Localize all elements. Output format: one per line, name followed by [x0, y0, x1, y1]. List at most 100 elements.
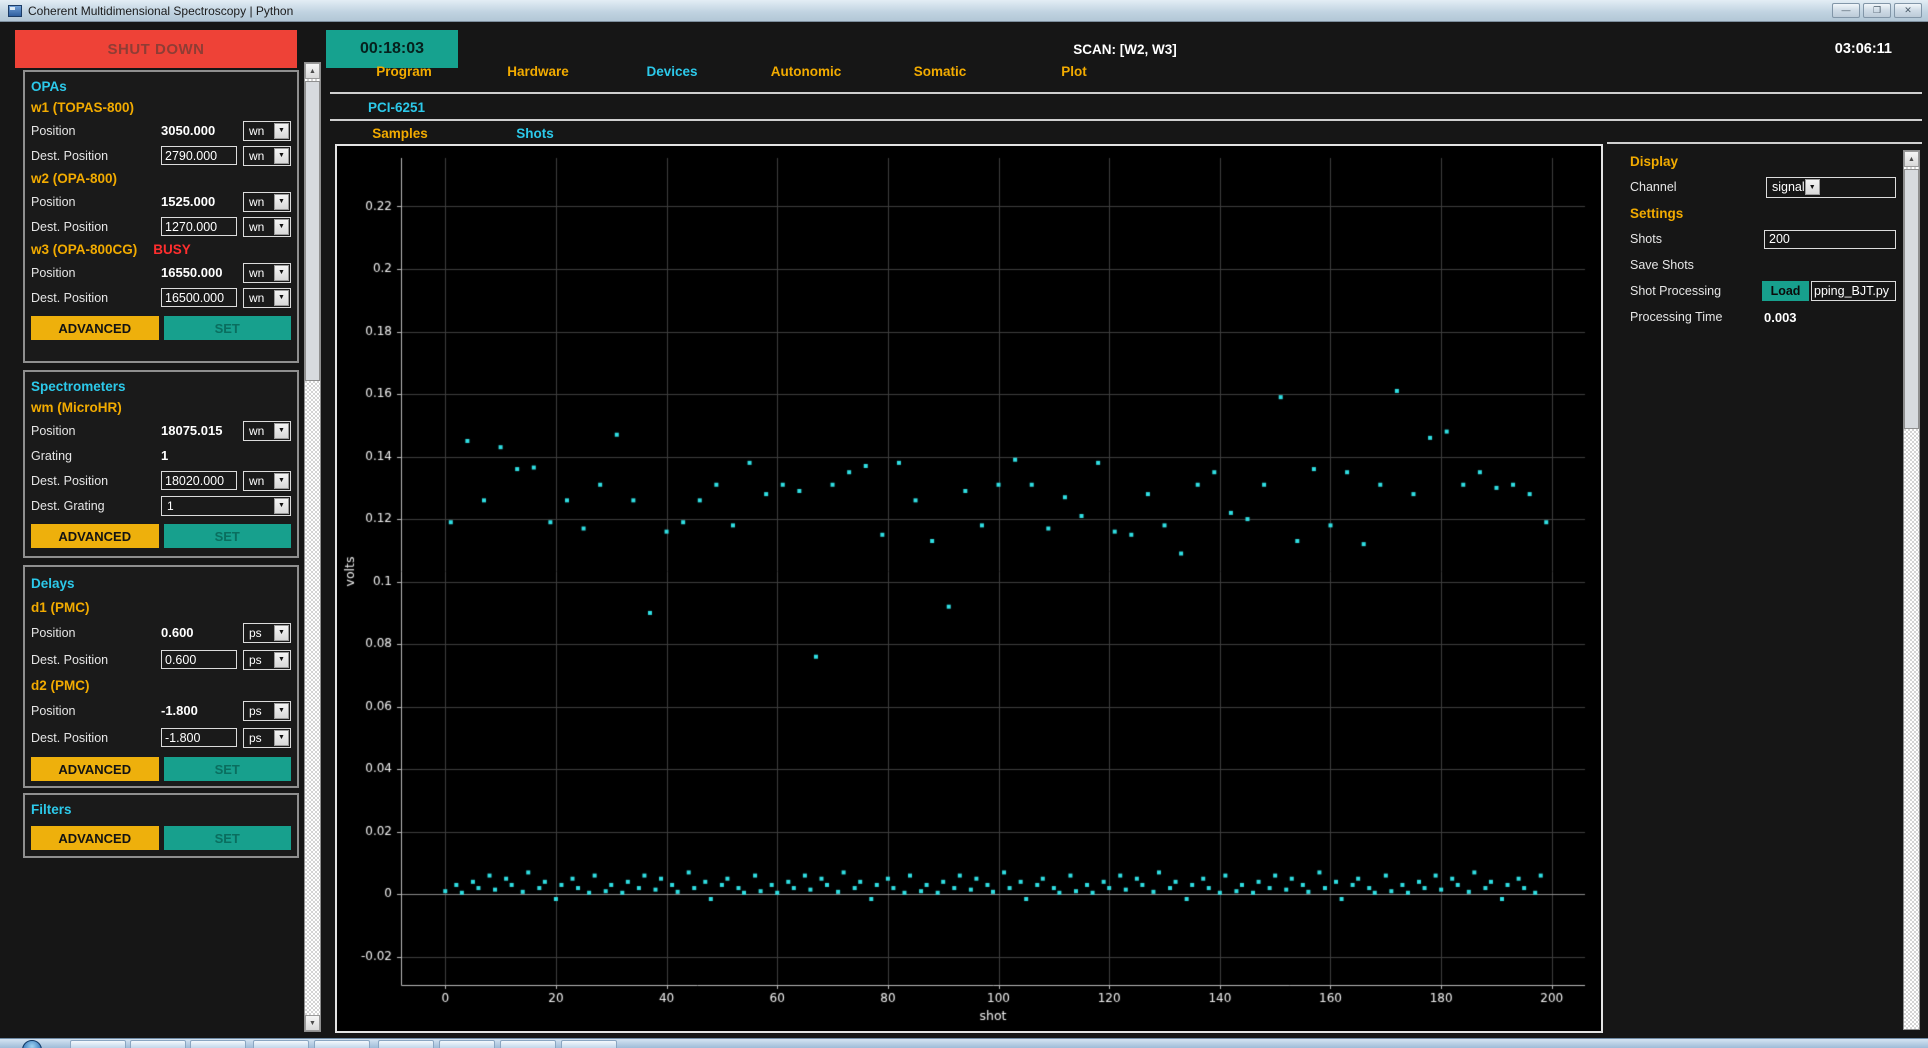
- sidebar-scrollbar[interactable]: ▲ ▼: [304, 62, 321, 1032]
- d2-position-units-dropdown[interactable]: ps ▼: [243, 700, 291, 721]
- w3-dest-position-input[interactable]: [161, 288, 237, 307]
- w3-dest-units-dropdown[interactable]: wn ▼: [243, 287, 291, 308]
- filters-set-button[interactable]: SET: [163, 826, 291, 850]
- chevron-down-icon[interactable]: ▼: [274, 289, 289, 306]
- tab-hardware[interactable]: Hardware: [471, 64, 605, 79]
- shutdown-button[interactable]: SHUT DOWN: [15, 30, 297, 68]
- w1-dest-position-input[interactable]: [161, 146, 237, 165]
- load-button[interactable]: Load: [1762, 281, 1809, 301]
- tab-shots[interactable]: Shots: [472, 126, 598, 141]
- chevron-down-icon[interactable]: ▼: [274, 422, 289, 439]
- w3-busy-badge: BUSY: [153, 242, 191, 257]
- application-window: Coherent Multidimensional Spectroscopy |…: [0, 0, 1928, 1048]
- system-clock: 03:06:11: [1834, 41, 1892, 57]
- channel-dropdown[interactable]: signal ▼: [1766, 176, 1896, 198]
- d2-dest-units-dropdown[interactable]: ps ▼: [243, 727, 291, 748]
- d2-dest-position-input[interactable]: [161, 728, 237, 747]
- wm-dest-row: Dest. Position wn ▼: [31, 468, 291, 493]
- d1-position-value: 0.600: [161, 625, 194, 640]
- wm-dest-units-dropdown[interactable]: wn ▼: [243, 470, 291, 491]
- tab-pci-6251[interactable]: PCI-6251: [368, 100, 425, 115]
- w3-position-value: 16550.000: [161, 265, 223, 280]
- tab-somatic[interactable]: Somatic: [873, 64, 1007, 79]
- chevron-down-icon[interactable]: ▼: [274, 472, 289, 489]
- w1-name: w1 (TOPAS-800): [31, 100, 135, 115]
- opas-set-button[interactable]: SET: [163, 316, 291, 340]
- taskbar-button[interactable]: [500, 1040, 556, 1048]
- minimize-icon[interactable]: —: [1832, 3, 1860, 18]
- tab-program[interactable]: Program: [337, 64, 471, 79]
- units-value: ps: [249, 703, 262, 718]
- taskbar-button[interactable]: [70, 1040, 126, 1048]
- channel-row: Channel signal ▼: [1630, 174, 1896, 200]
- spectrometers-advanced-button[interactable]: ADVANCED: [31, 524, 159, 548]
- tab-devices[interactable]: Devices: [605, 64, 739, 79]
- chevron-down-icon[interactable]: ▼: [274, 122, 289, 139]
- taskbar-button[interactable]: [561, 1040, 617, 1048]
- position-label: Position: [31, 703, 76, 718]
- w2-dest-position-input[interactable]: [161, 217, 237, 236]
- dest-position-label: Dest. Position: [31, 290, 109, 305]
- spectrometers-set-button[interactable]: SET: [163, 524, 291, 548]
- shots-input[interactable]: [1764, 229, 1896, 249]
- d1-dest-units-dropdown[interactable]: ps ▼: [243, 649, 291, 670]
- dest-position-label: Dest. Position: [31, 148, 109, 163]
- right-panel: Display Channel signal ▼ Settings Shots …: [1630, 148, 1896, 330]
- processing-file-field[interactable]: pping_BJT.py: [1811, 281, 1896, 301]
- scroll-down-icon[interactable]: ▼: [305, 1015, 320, 1031]
- display-header: Display: [1630, 153, 1679, 169]
- tab-plot[interactable]: Plot: [1007, 64, 1141, 79]
- start-button[interactable]: [22, 1040, 42, 1048]
- delays-set-button[interactable]: SET: [163, 757, 291, 781]
- taskbar-button[interactable]: [190, 1040, 246, 1048]
- chevron-down-icon[interactable]: ▼: [274, 218, 289, 235]
- sidebar-scrollbar-thumb[interactable]: [305, 81, 320, 381]
- restore-icon[interactable]: ❐: [1863, 3, 1891, 18]
- save-shots-label: Save Shots: [1630, 258, 1694, 272]
- w1-position-units-dropdown[interactable]: wn ▼: [243, 120, 291, 141]
- w2-position-value: 1525.000: [161, 194, 216, 209]
- taskbar-button[interactable]: [314, 1040, 370, 1048]
- d1-dest-position-input[interactable]: [161, 650, 237, 669]
- chevron-down-icon[interactable]: ▼: [274, 497, 289, 514]
- tab-autonomic[interactable]: Autonomic: [739, 64, 873, 79]
- scroll-up-icon[interactable]: ▲: [305, 63, 320, 79]
- taskbar-button[interactable]: [439, 1040, 495, 1048]
- units-value: wn: [249, 219, 265, 234]
- chevron-down-icon[interactable]: ▼: [1804, 179, 1820, 195]
- filters-advanced-button[interactable]: ADVANCED: [31, 826, 159, 850]
- wm-position-row: Position 18075.015 wn ▼: [31, 418, 291, 443]
- chevron-down-icon[interactable]: ▼: [274, 147, 289, 164]
- scroll-up-icon[interactable]: ▲: [1904, 151, 1919, 167]
- shot-processing-row: Shot Processing Load pping_BJT.py: [1630, 278, 1896, 304]
- chevron-down-icon[interactable]: ▼: [274, 702, 289, 719]
- chevron-down-icon[interactable]: ▼: [274, 193, 289, 210]
- w3-position-units-dropdown[interactable]: wn ▼: [243, 262, 291, 283]
- close-icon[interactable]: ✕: [1894, 3, 1922, 18]
- dest-position-label: Dest. Position: [31, 652, 109, 667]
- w1-dest-units-dropdown[interactable]: wn ▼: [243, 145, 291, 166]
- delays-header: Delays: [31, 575, 75, 591]
- wm-dest-grating-row: Dest. Grating 1 ▼: [31, 493, 291, 518]
- d1-position-units-dropdown[interactable]: ps ▼: [243, 622, 291, 643]
- chevron-down-icon[interactable]: ▼: [274, 651, 289, 668]
- taskbar-button[interactable]: [253, 1040, 309, 1048]
- w3-position-row: Position 16550.000 wn ▼: [31, 260, 291, 285]
- tab-samples[interactable]: Samples: [337, 126, 463, 141]
- chevron-down-icon[interactable]: ▼: [274, 264, 289, 281]
- wm-dest-grating-dropdown[interactable]: 1 ▼: [161, 495, 291, 516]
- opas-advanced-button[interactable]: ADVANCED: [31, 316, 159, 340]
- chevron-down-icon[interactable]: ▼: [274, 729, 289, 746]
- taskbar-button[interactable]: [378, 1040, 434, 1048]
- wm-dest-position-input[interactable]: [161, 471, 237, 490]
- w2-dest-units-dropdown[interactable]: wn ▼: [243, 216, 291, 237]
- w2-position-units-dropdown[interactable]: wn ▼: [243, 191, 291, 212]
- right-panel-scrollbar-thumb[interactable]: [1904, 169, 1919, 429]
- delays-advanced-button[interactable]: ADVANCED: [31, 757, 159, 781]
- right-panel-separator: [1607, 142, 1922, 144]
- w3-dest-row: Dest. Position wn ▼: [31, 285, 291, 310]
- wm-position-units-dropdown[interactable]: wn ▼: [243, 420, 291, 441]
- chevron-down-icon[interactable]: ▼: [274, 624, 289, 641]
- taskbar-button[interactable]: [130, 1040, 186, 1048]
- right-panel-scrollbar[interactable]: ▲: [1903, 150, 1920, 1030]
